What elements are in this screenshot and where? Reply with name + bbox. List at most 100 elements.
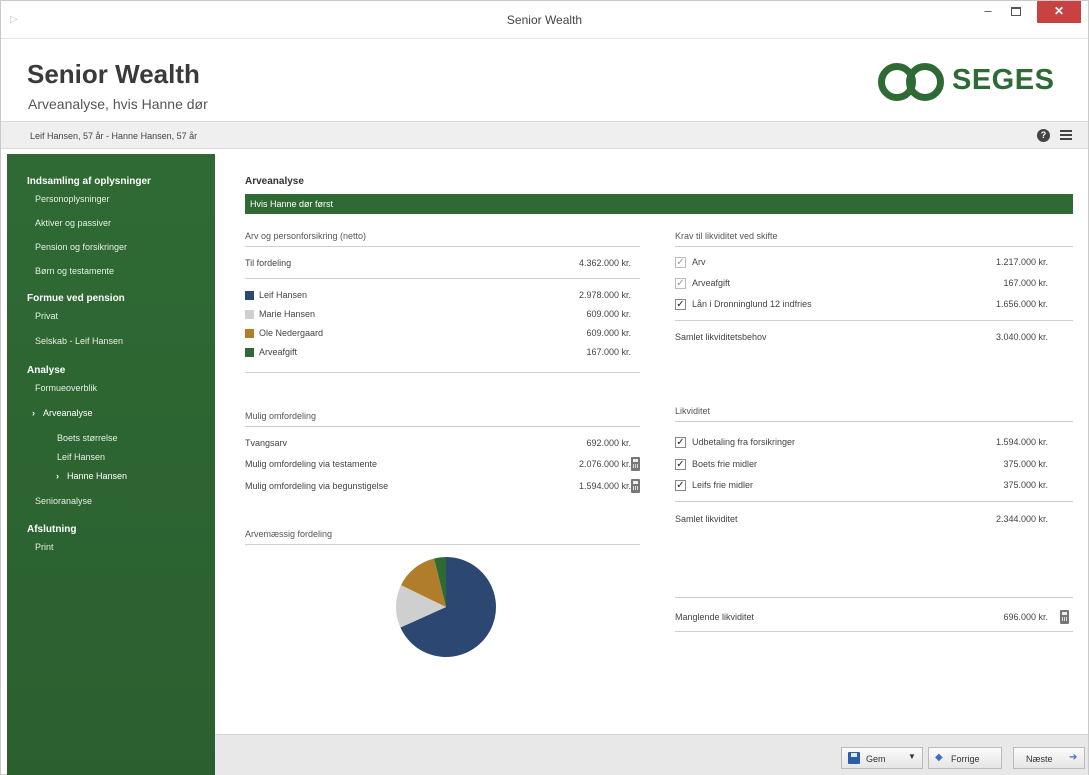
sidebar-group-indsamling[interactable]: Indsamling af oplysninger (27, 176, 151, 187)
chevron-right-icon: › (56, 471, 59, 481)
arv-heading: Arv og personforsikring (netto) (245, 231, 640, 247)
arv-row: Leif Hansen 2.978.000 kr. (245, 290, 640, 304)
sidebar-item-label: Arveanalyse (43, 408, 93, 418)
likviditet-value: 1.594.000 kr. (995, 437, 1048, 447)
app-window: ▷ Senior Wealth – ✕ Senior Wealth Arvean… (0, 0, 1089, 775)
previous-button[interactable]: ◆ Forrige (928, 747, 1002, 769)
minimize-button[interactable]: – (975, 1, 1001, 23)
sidebar-item-boets-stoerrelse[interactable]: Boets størrelse (57, 433, 118, 443)
sidebar: Indsamling af oplysninger Personoplysnin… (7, 154, 215, 775)
calculator-icon[interactable] (631, 457, 640, 471)
color-swatch-icon (245, 329, 254, 338)
calculator-icon[interactable] (1060, 610, 1069, 624)
persons-label: Leif Hansen, 57 år - Hanne Hansen, 57 år (30, 131, 198, 141)
laan-checkbox[interactable]: ✓ (675, 299, 686, 310)
manglende-row: Manglende likviditet 696.000 kr. (675, 610, 1073, 626)
sidebar-item-privat[interactable]: Privat (35, 311, 58, 321)
app-title: Senior Wealth (27, 59, 200, 89)
scenario-banner: Hvis Hanne dør først (245, 194, 1073, 214)
sidebar-item-print[interactable]: Print (35, 542, 54, 552)
next-button[interactable]: Næste ➔ (1013, 747, 1085, 769)
sidebar-item-aktiver[interactable]: Aktiver og passiver (35, 218, 111, 228)
window-title: Senior Wealth (506, 13, 583, 27)
likviditet-label: Leifs frie midler (692, 480, 754, 490)
divider (675, 597, 1073, 598)
til-fordeling-label: Til fordeling (245, 258, 292, 268)
chevron-down-icon[interactable]: ▼ (908, 752, 916, 761)
save-label: Gem (866, 754, 886, 764)
sidebar-item-hanne-hansen[interactable]: › Hanne Hansen (56, 471, 128, 481)
likviditet-value: 375.000 kr. (1003, 480, 1048, 490)
arv-row-value: 167.000 kr. (586, 347, 631, 357)
sidebar-group-formue[interactable]: Formue ved pension (27, 293, 125, 304)
calculator-icon[interactable] (631, 479, 640, 493)
checkbox-disabled: ✓ (675, 278, 686, 289)
udbetaling-checkbox[interactable]: ✓ (675, 437, 686, 448)
sidebar-item-personoplysninger[interactable]: Personoplysninger (35, 194, 110, 204)
sidebar-item-label: Hanne Hansen (67, 471, 128, 481)
arv-row-label: Leif Hansen (259, 290, 308, 300)
logo-ring-icon (906, 63, 944, 101)
help-icon[interactable]: ? (1037, 129, 1050, 142)
main-content: Arveanalyse Hvis Hanne dør først Arv og … (231, 154, 1079, 734)
likviditet-label: Boets frie midler (692, 459, 758, 469)
save-button[interactable]: Gem ▼ (841, 747, 923, 769)
krav-label: Lån i Dronninglund 12 indfries (692, 299, 812, 309)
likviditet-row: ✓ Udbetaling fra forsikringer 1.594.000 … (675, 437, 1073, 451)
sidebar-item-boern[interactable]: Børn og testamente (35, 266, 114, 276)
close-button[interactable]: ✕ (1037, 1, 1081, 23)
arv-row-label: Arveafgift (259, 347, 298, 357)
maximize-button[interactable] (1003, 1, 1029, 23)
next-label: Næste (1026, 754, 1053, 764)
app-subtitle: Arveanalyse, hvis Hanne dør (28, 96, 208, 112)
divider (245, 278, 640, 279)
arrow-right-icon: ➔ (1069, 752, 1078, 763)
krav-label: Arv (692, 257, 706, 267)
app-header: Senior Wealth Arveanalyse, hvis Hanne dø… (1, 39, 1088, 121)
sidebar-item-leif-hansen[interactable]: Leif Hansen (57, 452, 105, 462)
leifs-midler-checkbox[interactable]: ✓ (675, 480, 686, 491)
color-swatch-icon (245, 310, 254, 319)
krav-row: ✓ Lån i Dronninglund 12 indfries 1.656.0… (675, 299, 1073, 313)
arrow-left-icon: ◆ (935, 752, 943, 763)
color-swatch-icon (245, 348, 254, 357)
omfordeling-label: Tvangsarv (245, 438, 288, 448)
arv-row-value: 2.978.000 kr. (578, 290, 631, 300)
previous-label: Forrige (951, 754, 980, 764)
krav-total-label: Samlet likviditetsbehov (675, 332, 767, 342)
sidebar-item-arveanalyse[interactable]: › Arveanalyse (32, 408, 93, 418)
divider (675, 631, 1073, 632)
arv-row: Ole Nedergaard 609.000 kr. (245, 328, 640, 342)
divider (675, 501, 1073, 502)
sidebar-item-pension[interactable]: Pension og forsikringer (35, 242, 127, 252)
omfordeling-value: 692.000 kr. (586, 438, 631, 448)
arv-row-value: 609.000 kr. (586, 309, 631, 319)
scenario-banner-text: Hvis Hanne dør først (250, 199, 334, 209)
boets-midler-checkbox[interactable]: ✓ (675, 459, 686, 470)
krav-total-row: Samlet likviditetsbehov 3.040.000 kr. (675, 332, 1073, 346)
sidebar-group-analyse[interactable]: Analyse (27, 365, 65, 376)
omfordeling-value: 1.594.000 kr. (578, 481, 631, 491)
checkbox-disabled: ✓ (675, 257, 686, 268)
sidebar-item-selskab[interactable]: Selskab - Leif Hansen (35, 336, 123, 346)
manglende-label: Manglende likviditet (675, 612, 755, 622)
arv-row-label: Ole Nedergaard (259, 328, 324, 338)
likviditet-heading: Likviditet (675, 406, 1073, 422)
menu-icon[interactable] (1060, 130, 1072, 141)
section-title: Arveanalyse (245, 176, 304, 187)
krav-value: 167.000 kr. (1003, 278, 1048, 288)
arv-row-label: Marie Hansen (259, 309, 316, 319)
sidebar-item-senioranalyse[interactable]: Senioranalyse (35, 496, 92, 506)
seges-logo: SEGES (878, 61, 1068, 105)
sidebar-group-afslutning[interactable]: Afslutning (27, 524, 76, 535)
krav-value: 1.217.000 kr. (995, 257, 1048, 267)
omfordeling-row: Tvangsarv 692.000 kr. (245, 438, 640, 452)
omfordeling-heading: Mulig omfordeling (245, 411, 640, 427)
divider (245, 372, 640, 373)
sidebar-item-formueoverblik[interactable]: Formueoverblik (35, 383, 97, 393)
save-icon (848, 752, 860, 764)
color-swatch-icon (245, 291, 254, 300)
omfordeling-label: Mulig omfordeling via begunstigelse (245, 481, 389, 491)
omfordeling-row: Mulig omfordeling via begunstigelse 1.59… (245, 479, 640, 495)
krav-label: Arveafgift (692, 278, 731, 288)
